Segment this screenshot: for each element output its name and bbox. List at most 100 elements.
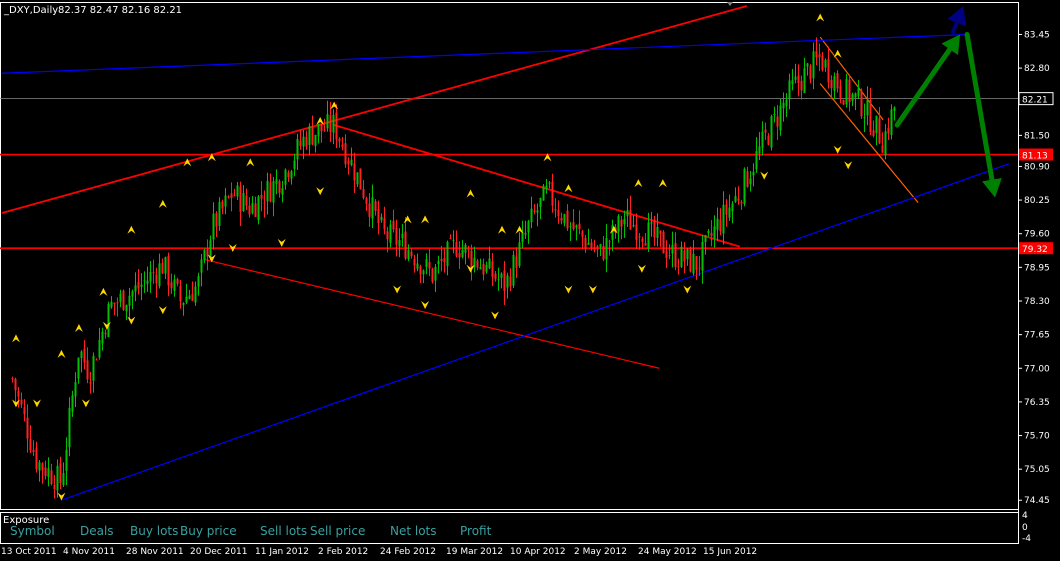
column-buy-lots[interactable]: Buy lots [130,524,178,538]
candle-body [839,85,842,98]
price-tick-label: 79.60 [1024,230,1050,240]
column-sell-lots[interactable]: Sell lots [260,524,307,538]
candle-body [527,221,530,233]
candle-body [377,208,380,224]
candle-body [65,449,68,472]
candle-body [101,331,104,344]
candle-body [572,222,575,229]
candle-body [287,172,290,178]
candle-body [716,218,719,230]
date-tick-label: 20 Dec 2011 [190,547,248,557]
candle-body [245,195,248,206]
forecast-arrow-head-icon [982,178,1002,198]
candle-body [146,280,149,284]
candle-body [515,256,518,268]
candle-body [758,146,761,154]
candle-body [551,181,554,206]
trendline [333,124,741,248]
candle-body [755,151,758,170]
candle-body [641,238,644,242]
candle-body [326,114,329,129]
candle-body [608,241,611,243]
candle-body [596,246,599,248]
candle-body [305,136,308,147]
fractal-down-icon [316,187,325,196]
candle-body [668,255,671,257]
candle-body [731,203,734,212]
candle-body [506,275,509,288]
trendline [819,36,884,121]
candle-body [308,126,311,145]
candle-body [38,462,41,471]
candle-body [725,204,728,215]
candle-body [536,210,539,213]
column-deals[interactable]: Deals [80,524,114,538]
exposure-scale-top: 4 [1022,511,1028,521]
candle-body [653,219,656,238]
candle-body [494,273,497,280]
candle-body [656,227,659,238]
candle-body [224,195,227,207]
column-profit[interactable]: Profit [460,524,492,538]
candle-body [719,219,722,232]
candle-body [569,226,572,228]
candle-body [665,251,668,258]
candle-body [695,256,698,271]
candle-body [809,65,812,80]
candle-body [365,198,368,204]
candle-body [752,171,755,176]
column-sell-price[interactable]: Sell price [310,524,365,538]
candle-body [581,231,584,237]
candle-body [353,163,356,181]
fractal-up-icon [564,184,573,193]
candle-body [56,465,59,491]
candle-body [413,258,416,266]
fractal-down-icon [588,285,597,294]
price-tick-label: 78.95 [1024,263,1050,273]
candle-body [170,282,173,289]
candle-body [53,484,56,490]
candle-body [854,93,857,98]
candle-body [554,209,557,211]
candle-body [770,116,773,148]
candle-body [155,274,158,284]
candle-body [233,195,236,197]
candle-body [683,250,686,262]
column-symbol[interactable]: Symbol [10,524,55,538]
candle-body [428,261,431,269]
candle-body [395,227,398,245]
candle-body [398,240,401,247]
candle-body [140,284,143,287]
column-buy-price[interactable]: Buy price [180,524,237,538]
candle-body [590,242,593,249]
candle-body [803,68,806,93]
candle-body [845,79,848,105]
candle-body [80,351,83,359]
candle-body [539,198,542,207]
candle-body [704,235,707,243]
fractal-up-icon [246,158,255,167]
candle-body [335,112,338,140]
candle-body [164,257,167,274]
forecast-arrow-shaft [964,31,995,183]
candle-body [479,267,482,270]
column-net-lots[interactable]: Net lots [390,524,437,538]
candle-body [689,248,692,272]
candle-body [575,225,578,228]
candle-body [533,210,536,212]
candle-body [71,395,74,412]
candle-body [548,182,551,184]
chart-canvas: _DXY,Daily 82.37 82.47 82.16 82.21 83.45… [0,2,1054,557]
candle-body [563,214,566,224]
scroll-marker-icon[interactable] [727,2,733,6]
candle-body [302,136,305,147]
candle-body [827,59,830,83]
candle-body [785,99,788,106]
candle-body [707,230,710,234]
candle-body [638,236,641,238]
candle-body [557,210,560,217]
candle-body [833,76,836,91]
candle-body [209,240,212,258]
candle-body [116,302,119,304]
candle-body [578,223,581,230]
